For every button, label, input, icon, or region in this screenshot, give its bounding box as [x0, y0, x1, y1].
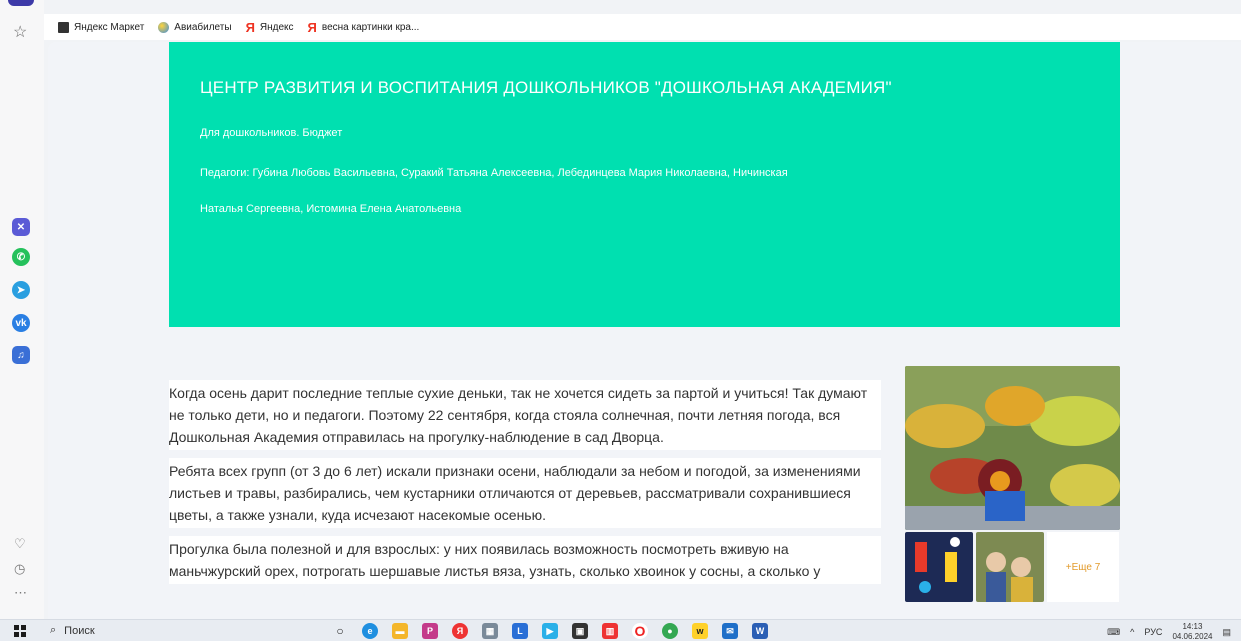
vk-icon[interactable]: vk: [12, 314, 30, 332]
app-red-icon[interactable]: ▥: [602, 623, 618, 639]
chrome-icon[interactable]: ●: [662, 623, 678, 639]
keyboard-icon[interactable]: ⌨: [1107, 627, 1120, 638]
star-icon[interactable]: ☆: [13, 22, 27, 42]
gallery-thumbnails: +Еще 7: [905, 532, 1120, 602]
gallery-main-photo[interactable]: [905, 366, 1120, 530]
more-icon[interactable]: ⋯: [14, 585, 27, 601]
gallery-thumb[interactable]: [976, 532, 1044, 602]
history-icon[interactable]: ◷: [14, 561, 25, 577]
yandex-browser-icon[interactable]: Я: [452, 623, 468, 639]
search-icon: ⌕: [50, 624, 57, 636]
yandex-apps-icon[interactable]: ✕: [12, 218, 30, 236]
gallery-thumb[interactable]: [905, 532, 973, 602]
taskbar-apps: ○ e ▬ P Я ▦ L ▶ ▣ ▥ O ● w ✉ W: [332, 623, 768, 639]
bookmark-market[interactable]: Яндекс Маркет: [58, 21, 144, 33]
telegram-icon[interactable]: ➤: [12, 281, 30, 299]
word-icon[interactable]: W: [752, 623, 768, 639]
article-paragraph: Ребята всех групп (от 3 до 6 лет) искали…: [169, 458, 881, 528]
article-paragraph: Прогулка была полезной и для взрослых: у…: [169, 536, 881, 584]
screen: ☆ ✕ ✆ ➤ vk ♫ ♡ ◷ ⋯ Яндекс Маркет Авиабил…: [0, 0, 1241, 641]
course-banner: ЦЕНТР РАЗВИТИЯ И ВОСПИТАНИЯ ДОШКОЛЬНИКОВ…: [169, 42, 1120, 327]
page-title: ЦЕНТР РАЗВИТИЯ И ВОСПИТАНИЯ ДОШКОЛЬНИКОВ…: [200, 78, 892, 97]
windows-start-icon[interactable]: [14, 624, 26, 637]
article-paragraph: Когда осень дарит последние теплые сухие…: [169, 380, 881, 450]
bookmark-yandex[interactable]: Я Яндекс: [245, 19, 294, 35]
page-viewport[interactable]: ЦЕНТР РАЗВИТИЯ И ВОСПИТАНИЯ ДОШКОЛЬНИКОВ…: [48, 42, 1241, 619]
store-icon[interactable]: ▣: [572, 623, 588, 639]
browser-sidebar: ☆ ✕ ✆ ➤ vk ♫ ♡ ◷ ⋯: [0, 0, 44, 619]
bookmark-spring-pictures[interactable]: Я весна картинки кра...: [307, 19, 420, 35]
globe-icon: [158, 21, 170, 33]
notification-icon[interactable]: ▤: [1222, 627, 1231, 638]
gallery-more-link[interactable]: +Еще 7: [1047, 532, 1119, 602]
music-icon[interactable]: ♫: [12, 346, 30, 364]
windows-taskbar: ⌕ Поиск ○ e ▬ P Я ▦ L ▶ ▣ ▥ O ● w ✉ W ⌨ …: [0, 619, 1241, 641]
mail-icon[interactable]: ✉: [722, 623, 738, 639]
teachers-line-2: Наталья Сергеевна, Истомина Елена Анатол…: [200, 203, 462, 215]
doc-icon: [58, 21, 69, 33]
heart-icon[interactable]: ♡: [14, 536, 26, 552]
whatsapp-icon[interactable]: ✆: [12, 248, 30, 266]
bookmarks-bar: Яндекс Маркет Авиабилеты Я Яндекс Я весн…: [44, 14, 1241, 40]
chevron-up-icon[interactable]: ^: [1130, 627, 1134, 637]
course-subtitle: Для дошкольников. Бюджет: [200, 127, 343, 139]
media-icon[interactable]: ▶: [542, 623, 558, 639]
yandex-icon: Я: [245, 19, 255, 35]
explorer-icon[interactable]: ▬: [392, 623, 408, 639]
paint-icon[interactable]: P: [422, 623, 438, 639]
yandex-icon: Я: [307, 19, 317, 35]
edge-icon[interactable]: e: [362, 623, 378, 639]
profile-tab-indicator[interactable]: [8, 0, 34, 6]
article-body: Когда осень дарит последние теплые сухие…: [169, 380, 881, 592]
teachers-line-1: Педагоги: Губина Любовь Васильевна, Сура…: [200, 167, 788, 179]
taskbar-clock[interactable]: 14:13 04.06.2024: [1172, 622, 1212, 641]
cortana-icon[interactable]: ○: [332, 623, 348, 639]
taskbar-search[interactable]: ⌕ Поиск: [50, 624, 95, 637]
opera-icon[interactable]: O: [632, 623, 648, 639]
bookmark-avia[interactable]: Авиабилеты: [158, 21, 232, 33]
system-tray: ⌨ ^ РУС 14:13 04.06.2024 ▤: [1107, 622, 1231, 641]
yellow-app-icon[interactable]: w: [692, 623, 708, 639]
language-indicator[interactable]: РУС: [1144, 627, 1162, 637]
calendar-icon[interactable]: ▦: [482, 623, 498, 639]
l-app-icon[interactable]: L: [512, 623, 528, 639]
